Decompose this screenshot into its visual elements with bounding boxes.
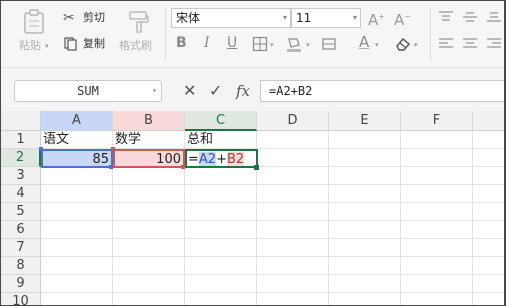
ref-a2-handle[interactable]: [109, 165, 113, 169]
column-header-e[interactable]: E: [329, 111, 401, 131]
fill-color-dropdown-icon[interactable]: ▾: [306, 41, 310, 49]
ref-b2-handle[interactable]: [181, 165, 185, 169]
select-all-corner[interactable]: [1, 111, 41, 131]
copy-label: 复制: [83, 37, 105, 50]
cell-c2-active[interactable]: =A2+B2: [185, 149, 258, 168]
row-header-5[interactable]: 5: [1, 203, 41, 221]
paste-button[interactable]: 粘贴 ▾: [15, 7, 53, 57]
paste-dropdown-icon[interactable]: ▾: [45, 42, 49, 50]
font-color-icon[interactable]: A: [359, 34, 369, 50]
font-size-select[interactable]: 11 ▾: [291, 8, 361, 28]
column-header-c[interactable]: C: [185, 111, 257, 131]
increase-font-icon[interactable]: A+: [368, 9, 385, 28]
border-dropdown-icon[interactable]: ▾: [270, 41, 274, 49]
ribbon-toolbar: 粘贴 ▾ ✂ 剪切 复制 格式刷 宋体 ▾ 11 ▾ A+ A− B I U ▾…: [1, 1, 504, 67]
formula-input[interactable]: =A2+B2: [260, 80, 504, 102]
formula-ref-b2: B2: [226, 152, 245, 167]
italic-icon[interactable]: I: [204, 35, 210, 51]
bold-icon[interactable]: B: [176, 35, 187, 51]
formula-bar: SUM ▾ ✕ ✓ fx =A2+B2: [1, 67, 504, 112]
column-header-d[interactable]: D: [257, 111, 329, 131]
fx-icon[interactable]: fx: [236, 82, 250, 100]
cell-c1[interactable]: 总和: [185, 131, 257, 149]
border-icon[interactable]: [252, 36, 268, 52]
cut-button[interactable]: ✂ 剪切: [63, 10, 113, 26]
align-middle-icon[interactable]: [462, 10, 478, 24]
name-box[interactable]: SUM ▾: [14, 80, 162, 102]
formula-plus: +: [216, 152, 227, 167]
clear-dropdown-icon[interactable]: ▾: [414, 41, 418, 49]
paste-icon: [24, 9, 44, 34]
format-painter-label: 格式刷: [119, 39, 152, 52]
column-header-f[interactable]: F: [401, 111, 473, 131]
name-box-value: SUM: [77, 84, 99, 98]
fill-color-icon[interactable]: [285, 36, 303, 52]
fill-handle[interactable]: [254, 165, 259, 170]
row-header-6[interactable]: 6: [1, 221, 41, 239]
cell-b2[interactable]: 100: [113, 149, 185, 168]
formula-equals: =: [188, 152, 199, 167]
copy-icon: [64, 37, 77, 51]
align-center-icon[interactable]: [462, 37, 478, 51]
cell-a2[interactable]: 85: [41, 149, 113, 168]
copy-button[interactable]: 复制: [63, 36, 113, 52]
format-painter-button[interactable]: 格式刷: [119, 7, 157, 57]
sheet-grid: A B C D E F 1 2 3 4 5 6 7 8 9 10 语文 数学 总…: [1, 111, 504, 305]
ribbon-divider: [430, 7, 431, 61]
formula-ref-a2: A2: [198, 152, 217, 167]
row-header-2[interactable]: 2: [1, 149, 41, 167]
chevron-down-icon: ▾: [282, 13, 287, 22]
row-header-7[interactable]: 7: [1, 239, 41, 257]
column-header-g[interactable]: [473, 111, 504, 131]
cut-label: 剪切: [83, 11, 105, 24]
clear-icon[interactable]: [394, 36, 412, 52]
row-header-8[interactable]: 8: [1, 257, 41, 275]
align-bottom-icon[interactable]: [486, 10, 502, 24]
cell-style-icon[interactable]: [321, 36, 337, 52]
align-right-icon[interactable]: [486, 37, 502, 51]
column-header-b[interactable]: B: [113, 111, 185, 131]
row-header-3[interactable]: 3: [1, 167, 41, 185]
confirm-icon[interactable]: ✓: [209, 82, 222, 100]
row-header-9[interactable]: 9: [1, 275, 41, 293]
chevron-down-icon: ▾: [352, 13, 357, 22]
align-top-icon[interactable]: [438, 10, 454, 24]
column-header-a[interactable]: A: [41, 111, 113, 131]
spreadsheet-window: 粘贴 ▾ ✂ 剪切 复制 格式刷 宋体 ▾ 11 ▾ A+ A− B I U ▾…: [1, 1, 504, 305]
font-name-value: 宋体: [176, 11, 201, 25]
row-header-10[interactable]: 10: [1, 293, 41, 305]
font-size-value: 11: [296, 11, 312, 25]
decrease-font-icon[interactable]: A−: [394, 9, 411, 28]
cut-icon: ✂: [63, 10, 75, 26]
format-painter-icon: [129, 11, 149, 33]
cell-a1[interactable]: 语文: [41, 131, 113, 149]
ribbon-divider: [165, 7, 166, 61]
cell-b1[interactable]: 数学: [113, 131, 185, 149]
ref-a2-handle[interactable]: [39, 147, 43, 151]
ref-b2-handle[interactable]: [111, 147, 115, 151]
chevron-down-icon: ▾: [152, 86, 157, 95]
row-header-1[interactable]: 1: [1, 131, 41, 149]
underline-icon[interactable]: U: [227, 35, 237, 51]
row-header-4[interactable]: 4: [1, 185, 41, 203]
paste-label: 粘贴: [19, 39, 41, 52]
cancel-icon[interactable]: ✕: [183, 82, 196, 100]
font-name-select[interactable]: 宋体 ▾: [171, 8, 291, 28]
align-left-icon[interactable]: [438, 37, 454, 51]
font-color-dropdown-icon[interactable]: ▾: [375, 41, 379, 49]
